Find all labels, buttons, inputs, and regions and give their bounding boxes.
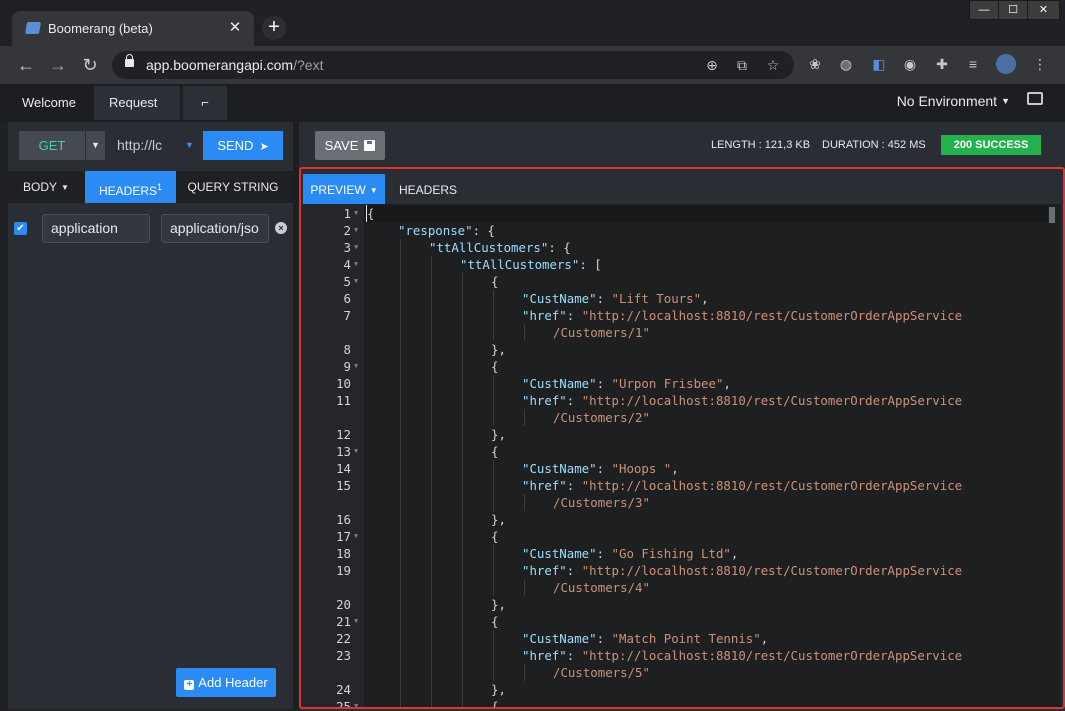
request-subtabs: BODY ▼ HEADERS1 QUERY STRING [8,171,293,203]
new-request-tab-icon[interactable]: ⌐ [183,86,227,120]
address-bar[interactable]: app.boomerangapi.com/?ext ⊕ ⧉ ☆ [112,51,794,79]
tab-headers[interactable]: HEADERS1 [85,171,176,203]
tab-query-string[interactable]: QUERY STRING [177,171,289,203]
tab-body[interactable]: BODY ▼ [8,171,84,203]
boomerang-extension-icon[interactable]: ◧ [870,55,888,73]
header-name-input[interactable]: application [42,214,150,243]
response-highlight-frame [299,167,1065,709]
method-dropdown-icon[interactable]: ▼ [85,131,105,160]
tab-welcome[interactable]: Welcome [10,86,88,120]
star-icon[interactable]: ☆ [764,56,782,74]
header-enabled-checkbox[interactable]: ✔ [14,222,27,235]
status-badge: 200 SUCCESS [941,135,1041,155]
lock-icon[interactable] [125,54,134,67]
paw-extension-icon[interactable]: ❀ [806,55,824,73]
browser-toolbar: ← → ↻ app.boomerangapi.com/?ext ⊕ ⧉ ☆ ❀ … [0,46,1065,84]
response-length: LENGTH : 121,3 KB [711,139,811,151]
profile-avatar[interactable] [996,54,1016,74]
record-extension-icon[interactable]: ◉ [901,55,919,73]
save-button[interactable]: SAVE [315,131,385,160]
browser-tab-title: Boomerang (beta) [48,21,153,36]
address-url[interactable]: app.boomerangapi.com/?ext [146,57,323,73]
feedback-comment-icon[interactable] [1027,92,1043,105]
translate-icon[interactable]: ⧉ [733,56,751,74]
browser-titlebar: Boomerang (beta) ✕ + — ☐ ✕ [0,0,1065,46]
app-tab-bar: Welcome Request 1 ⌐ No Environment▼ [0,84,1065,144]
add-circle-icon[interactable]: ⊕ [703,56,721,74]
maximize-button[interactable]: ☐ [998,0,1028,20]
new-tab-button[interactable]: + [262,16,286,40]
plus-icon: + [184,680,195,690]
browser-tab[interactable]: Boomerang (beta) ✕ [12,11,254,46]
puzzle-extensions-icon[interactable]: ✚ [933,55,951,73]
http-method-select[interactable]: GET [19,131,85,160]
media-control-icon[interactable]: ≡ [964,55,982,73]
forward-arrow-icon[interactable]: → [48,55,68,75]
header-value-input[interactable]: application/jso [161,214,269,243]
add-header-button[interactable]: + Add Header [176,668,276,697]
minimize-button[interactable]: — [969,0,999,20]
remove-header-icon[interactable]: × [275,222,287,234]
send-arrow-icon: ➤ [259,141,269,153]
close-window-button[interactable]: ✕ [1027,0,1060,20]
response-duration: DURATION : 452 MS [822,139,926,151]
close-tab-icon[interactable]: ✕ [226,18,244,36]
save-disk-icon [364,140,376,151]
environment-selector[interactable]: No Environment ▼ [897,93,1010,109]
tab-request-1[interactable]: Request 1 [94,86,180,144]
more-menu-icon[interactable]: ⋮ [1031,55,1049,73]
globe-extension-icon[interactable]: ◍ [837,55,855,73]
reload-icon[interactable]: ↻ [80,55,100,75]
url-history-dropdown-icon[interactable]: ▼ [185,131,194,160]
request-panel: GET ▼ http://lc ▼ SEND ➤ BODY ▼ HEADERS1 Q… [8,122,293,709]
boomerang-favicon-icon [24,22,42,34]
back-arrow-icon[interactable]: ← [16,55,36,75]
send-button[interactable]: SEND ➤ [203,131,283,160]
